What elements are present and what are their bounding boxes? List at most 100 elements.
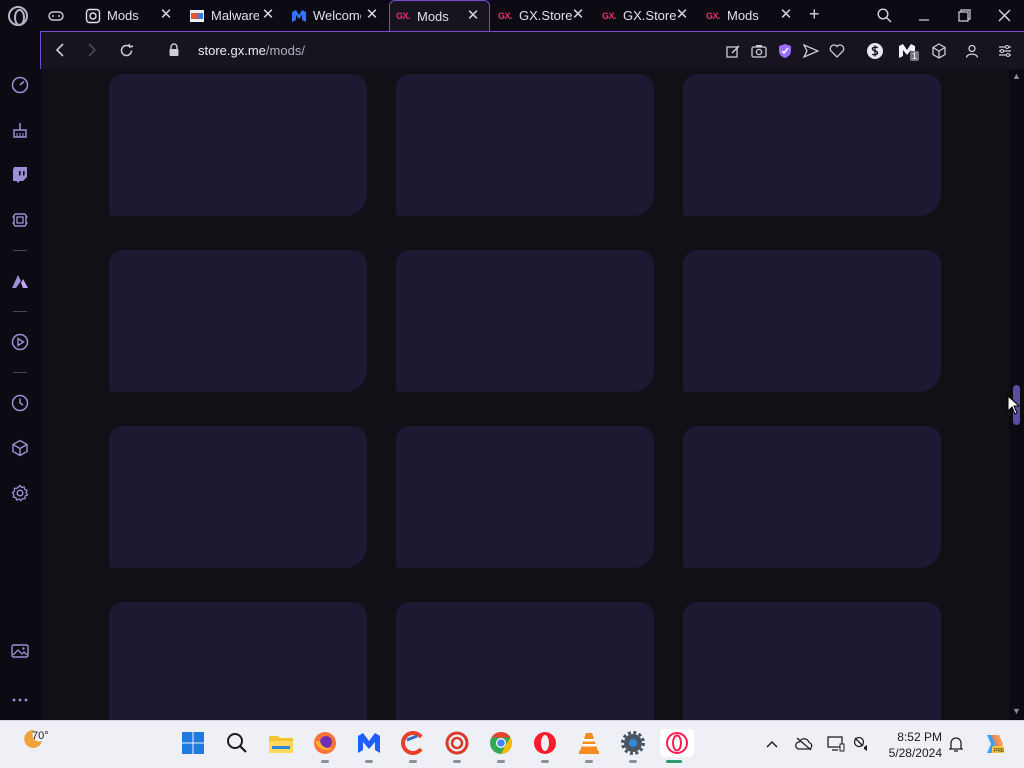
taskbar-opera-gx[interactable] — [660, 729, 694, 763]
reload-button[interactable] — [115, 39, 137, 61]
tab-mods-2[interactable]: GX. Mods ✕ — [705, 0, 797, 31]
mod-card[interactable] — [396, 74, 654, 216]
tab-mods-active[interactable]: GX. Mods ✕ — [389, 0, 490, 31]
bell-icon — [949, 737, 963, 752]
restore-button[interactable] — [944, 0, 984, 31]
scroll-up-arrow-icon[interactable]: ▲ — [1012, 71, 1021, 81]
windows-logo-icon — [182, 732, 204, 754]
mod-card[interactable] — [396, 250, 654, 392]
profile-button[interactable] — [963, 42, 981, 60]
clock-date[interactable]: 5/28/2024 — [884, 746, 942, 760]
ccleaner-icon — [401, 731, 423, 755]
sidebar-item-gx-cleaner[interactable] — [10, 120, 30, 140]
tray-onedrive[interactable] — [795, 735, 813, 753]
malwarebytes-extension-button[interactable]: 1 — [898, 42, 920, 61]
url-path: /mods/ — [265, 43, 305, 58]
mod-card[interactable] — [109, 602, 367, 720]
running-indicator — [541, 760, 549, 763]
taskbar-vlc[interactable] — [575, 729, 603, 763]
tray-notifications[interactable] — [947, 735, 965, 753]
close-tab-icon[interactable]: ✕ — [466, 8, 480, 23]
close-tab-icon[interactable]: ✕ — [159, 7, 173, 22]
new-tab-button[interactable]: + — [809, 4, 825, 25]
gear-icon — [621, 731, 645, 755]
sidebar-item-settings[interactable] — [10, 483, 30, 503]
svg-text:PRE: PRE — [994, 748, 1005, 754]
sidebar-item-wallpapers[interactable] — [10, 641, 30, 661]
bookmark-button[interactable] — [828, 42, 846, 60]
mod-card[interactable] — [109, 74, 367, 216]
close-tab-icon[interactable]: ✕ — [571, 7, 585, 22]
tab-malware[interactable]: Malware ✕ — [189, 0, 279, 31]
reload-icon — [120, 43, 133, 56]
taskbar-search-button[interactable] — [223, 729, 251, 757]
workspace-tab[interactable] — [48, 0, 72, 31]
tray-overflow-button[interactable] — [763, 735, 781, 753]
gx-icon: GX. — [705, 10, 721, 21]
sidebar-item-aria[interactable] — [10, 271, 30, 291]
back-button[interactable] — [49, 39, 71, 61]
mod-card[interactable] — [396, 602, 654, 720]
search-icon — [227, 733, 247, 753]
mod-card[interactable] — [683, 602, 941, 720]
url-field[interactable]: store.gx.me/mods/ — [198, 43, 305, 58]
taskbar-ccleaner[interactable] — [399, 729, 427, 763]
close-tab-icon[interactable]: ✕ — [779, 7, 793, 22]
opera-gx-menu-icon[interactable] — [8, 6, 28, 26]
send-button[interactable] — [802, 42, 820, 60]
snapshot-edit-button[interactable] — [724, 42, 742, 60]
sidebar-more-button[interactable] — [10, 690, 30, 710]
sidebar-item-extensions[interactable] — [10, 438, 30, 458]
mod-card[interactable] — [109, 426, 367, 568]
sidebar-item-history[interactable] — [10, 393, 30, 413]
tab-title: Mods — [417, 8, 449, 24]
settings-sliders-icon — [999, 45, 1011, 57]
taskbar-ccleaner-browser[interactable] — [443, 729, 471, 763]
chevron-right-icon — [88, 43, 97, 57]
taskbar-chrome[interactable] — [487, 729, 515, 763]
mod-card[interactable] — [683, 74, 941, 216]
tray-network-volume[interactable] — [853, 735, 871, 753]
tray-copilot[interactable]: PRE — [980, 730, 1006, 758]
close-icon — [998, 9, 1010, 22]
sidebar-item-gx-corner[interactable] — [10, 210, 30, 230]
taskbar-firefox[interactable] — [311, 729, 339, 763]
lock-icon[interactable] — [169, 43, 179, 57]
play-circle-icon — [11, 333, 29, 351]
mod-card[interactable] — [683, 426, 941, 568]
tab-welcome[interactable]: Welcome ✕ — [291, 0, 383, 31]
sidebar-divider — [13, 250, 27, 251]
forward-button[interactable] — [81, 39, 103, 61]
clock-time[interactable]: 8:52 PM — [896, 730, 942, 744]
taskbar-settings[interactable] — [619, 729, 647, 763]
tray-display[interactable] — [827, 735, 845, 753]
minimize-button[interactable] — [904, 0, 944, 31]
close-tab-icon[interactable]: ✕ — [261, 7, 275, 22]
minimize-icon — [919, 18, 929, 21]
close-tab-icon[interactable]: ✕ — [675, 7, 689, 22]
sidebar-item-gx-control[interactable] — [10, 75, 30, 95]
tab-mods-1[interactable]: Mods ✕ — [85, 0, 177, 31]
start-button[interactable] — [179, 729, 207, 757]
sidebar-item-twitch[interactable] — [10, 165, 30, 185]
close-window-button[interactable] — [984, 0, 1024, 31]
taskbar-opera[interactable] — [531, 729, 559, 763]
easy-setup-button[interactable] — [996, 42, 1014, 60]
malwarebytes-m-icon — [291, 8, 307, 24]
taskbar-malwarebytes[interactable] — [355, 729, 383, 763]
vpn-shield-button[interactable] — [776, 42, 794, 60]
screenshot-button[interactable] — [750, 42, 768, 60]
tab-gx-store-1[interactable]: GX. GX.Store ✕ — [497, 0, 589, 31]
extensions-button[interactable] — [930, 42, 948, 60]
mod-card[interactable] — [109, 250, 367, 392]
wallet-extension-button[interactable] — [866, 42, 884, 60]
mod-card[interactable] — [396, 426, 654, 568]
close-tab-icon[interactable]: ✕ — [365, 7, 379, 22]
search-tabs-button[interactable] — [864, 0, 904, 31]
sidebar-item-player[interactable] — [10, 332, 30, 352]
scroll-down-arrow-icon[interactable]: ▼ — [1012, 706, 1021, 716]
mod-card[interactable] — [683, 250, 941, 392]
dollar-coin-icon — [867, 43, 883, 59]
taskbar-file-explorer[interactable] — [267, 729, 295, 757]
tab-gx-store-2[interactable]: GX. GX.Store ✕ — [601, 0, 693, 31]
